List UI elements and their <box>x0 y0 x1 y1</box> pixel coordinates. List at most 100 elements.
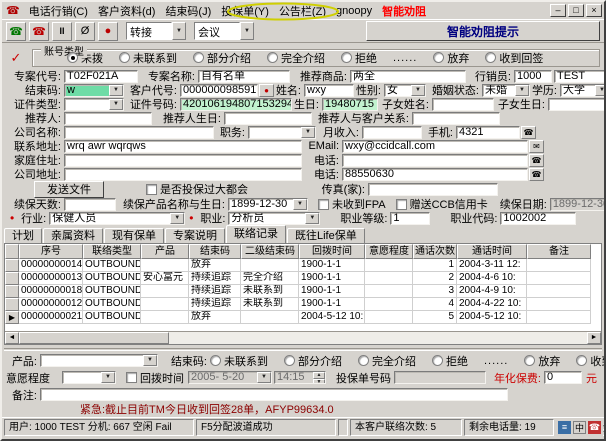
grid-row-selector[interactable]: ▶ <box>5 311 19 324</box>
id-type-combo[interactable]: ▼ <box>64 98 124 111</box>
chevron-down-icon[interactable]: ▼ <box>170 213 184 224</box>
callback-checkbox[interactable]: 回拨时间 <box>126 370 184 386</box>
grid-cell[interactable]: OUTBOUND <box>83 272 141 285</box>
grid-cell[interactable]: OUTBOUND <box>83 259 141 272</box>
grid-cell[interactable]: 放弃 <box>189 259 241 272</box>
restore-button[interactable]: □ <box>568 4 584 17</box>
callback-time-spinner[interactable]: 14:15▲▼ <box>274 371 326 384</box>
grid-cell[interactable]: 1900-1-1 <box>299 285 365 298</box>
grid-col-header[interactable]: 序号 <box>19 244 83 259</box>
hangup-button[interactable]: ☎ <box>29 22 49 41</box>
grid-col-header[interactable]: 回拨时间 <box>299 244 365 259</box>
grid-cell[interactable]: 持续追踪 <box>189 272 241 285</box>
chevron-down-icon[interactable]: ▼ <box>172 22 186 40</box>
chevron-down-icon[interactable]: ▼ <box>293 199 307 210</box>
dial-mobile-button[interactable]: ☎ <box>521 126 536 139</box>
id-number-field[interactable]: 420106194807153294 <box>180 98 292 111</box>
check-icon[interactable]: ✓ <box>6 50 26 66</box>
close-button[interactable]: × <box>586 4 602 17</box>
home-address-field[interactable] <box>64 154 302 167</box>
willingness-combo[interactable]: ▼ <box>62 371 116 384</box>
tab-relatives[interactable]: 亲属资料 <box>43 228 103 243</box>
grid-cell[interactable]: 安心富元 <box>141 272 189 285</box>
tab-project-notes[interactable]: 专案说明 <box>165 228 225 243</box>
grid-row-selector[interactable] <box>5 259 19 272</box>
email-field[interactable]: wxy@ccidcall.com <box>342 140 528 153</box>
menu-item-policy[interactable]: 投保单(Y) <box>216 2 274 20</box>
industry-combo[interactable]: 保健人员▼ <box>49 212 185 225</box>
company-phone-field[interactable]: 88550630 <box>342 168 528 181</box>
grid-cell[interactable]: 完全介绍 <box>241 272 299 285</box>
agent-name-field[interactable]: TEST <box>554 70 606 83</box>
dial-button[interactable]: ☎ <box>6 22 26 41</box>
grid-cell[interactable]: 4 <box>413 298 457 311</box>
grid-cell[interactable]: 持续追踪 <box>189 298 241 311</box>
name-field[interactable]: wxy <box>304 84 354 97</box>
mobile-field[interactable]: 4321 <box>456 126 520 139</box>
grid-row[interactable]: 00000000012 OUTBOUND 持续追踪 未联系到 1900-1-1 … <box>5 298 601 311</box>
income-field[interactable] <box>362 126 422 139</box>
menu-item-bulletin[interactable]: 公告栏(Z) <box>274 2 331 20</box>
renewal-days-field[interactable] <box>64 198 116 211</box>
grid-cell[interactable]: 2004-4-9 10: <box>457 285 527 298</box>
project-code-field[interactable]: T02F021A <box>64 70 138 83</box>
project-name-field[interactable]: 自有名单 <box>198 70 290 83</box>
end-code-radio[interactable]: 收到回签 <box>576 353 606 369</box>
end-code-radio[interactable]: 完全介绍 <box>358 353 416 369</box>
grid-col-header[interactable]: 通话时间 <box>457 244 527 259</box>
product-combo[interactable]: ▼ <box>40 354 158 367</box>
grid-cell[interactable]: 5 <box>413 311 457 324</box>
grid-cell[interactable] <box>241 259 299 272</box>
end-code-combo[interactable]: w▼ <box>64 84 124 97</box>
scrollbar-thumb[interactable] <box>19 332 169 344</box>
minimize-button[interactable]: – <box>550 4 566 17</box>
grid-cell[interactable]: 2004-3-11 12: <box>457 259 527 272</box>
conference-combo[interactable]: 会议 ▼ <box>194 22 254 40</box>
chevron-down-icon[interactable]: ▼ <box>240 22 254 40</box>
record-button[interactable]: ● <box>98 22 118 41</box>
grid-cell[interactable] <box>365 259 413 272</box>
account-type-radio[interactable]: 部分介绍 <box>193 50 251 66</box>
policy-number-field[interactable] <box>394 371 486 384</box>
referrer-field[interactable] <box>64 112 152 125</box>
phone-status-icon[interactable]: ☎ <box>588 421 601 434</box>
birthday-field[interactable]: 19480715 <box>322 98 378 111</box>
mute-button[interactable]: Ø <box>75 22 95 41</box>
grid-cell[interactable] <box>527 259 591 272</box>
gender-combo[interactable]: 女▼ <box>384 84 426 97</box>
grid-row[interactable]: ▶ 00000000021 OUTBOUND 放弃 2004-5-12 10: … <box>5 311 601 324</box>
dial-company-phone-button[interactable]: ☎ <box>529 168 544 181</box>
grid-cell[interactable] <box>141 298 189 311</box>
grid-col-header[interactable]: 二级结束码 <box>241 244 299 259</box>
grid-cell[interactable]: 2 <box>413 272 457 285</box>
account-type-radio[interactable]: 拒绝 <box>341 50 377 66</box>
grid-cell[interactable]: 1900-1-1 <box>299 272 365 285</box>
grid-cell[interactable] <box>527 298 591 311</box>
scroll-right-button[interactable]: ► <box>587 332 601 344</box>
smart-dissuade-hint-button[interactable]: 智能劝阻提示 <box>366 21 600 41</box>
chevron-down-icon[interactable]: ▼ <box>143 355 157 366</box>
company-address-field[interactable] <box>64 168 302 181</box>
account-type-radio[interactable]: 收到回签 <box>485 50 543 66</box>
renewal-date-field[interactable]: 1899-12-30 <box>550 198 606 211</box>
address-field[interactable]: wrq awr wqrqws <box>64 140 302 153</box>
chevron-down-icon[interactable]: ▼ <box>109 99 123 110</box>
scroll-left-button[interactable]: ◄ <box>5 332 19 344</box>
grid-row-selector[interactable] <box>5 285 19 298</box>
account-type-radio[interactable]: 放弃 <box>433 50 469 66</box>
callback-date-combo[interactable]: 2005- 5-20▼ <box>188 371 272 384</box>
child-birthday-field[interactable] <box>548 98 606 111</box>
referrer-relation-field[interactable] <box>412 112 500 125</box>
grid-row[interactable]: 00000000018 OUTBOUND 持续追踪 未联系到 1900-1-1 … <box>5 285 601 298</box>
menu-item-end-code[interactable]: 结束码(J) <box>160 2 216 20</box>
occupation-code-field[interactable]: 1002002 <box>500 212 576 225</box>
horizontal-scrollbar[interactable]: ◄ ► <box>5 331 601 344</box>
menu-item-customer-data[interactable]: 客户资料(d) <box>93 2 160 20</box>
referrer-birthday-field[interactable] <box>224 112 312 125</box>
metlife-checkbox[interactable]: 是否投保过大都会 <box>146 181 248 197</box>
home-phone-field[interactable] <box>342 154 528 167</box>
menu-item-gnoopy[interactable]: gnoopy <box>331 4 377 18</box>
grid-cell[interactable]: 1900-1-1 <box>299 298 365 311</box>
grid-cell[interactable] <box>527 285 591 298</box>
grid-cell[interactable]: 未联系到 <box>241 298 299 311</box>
